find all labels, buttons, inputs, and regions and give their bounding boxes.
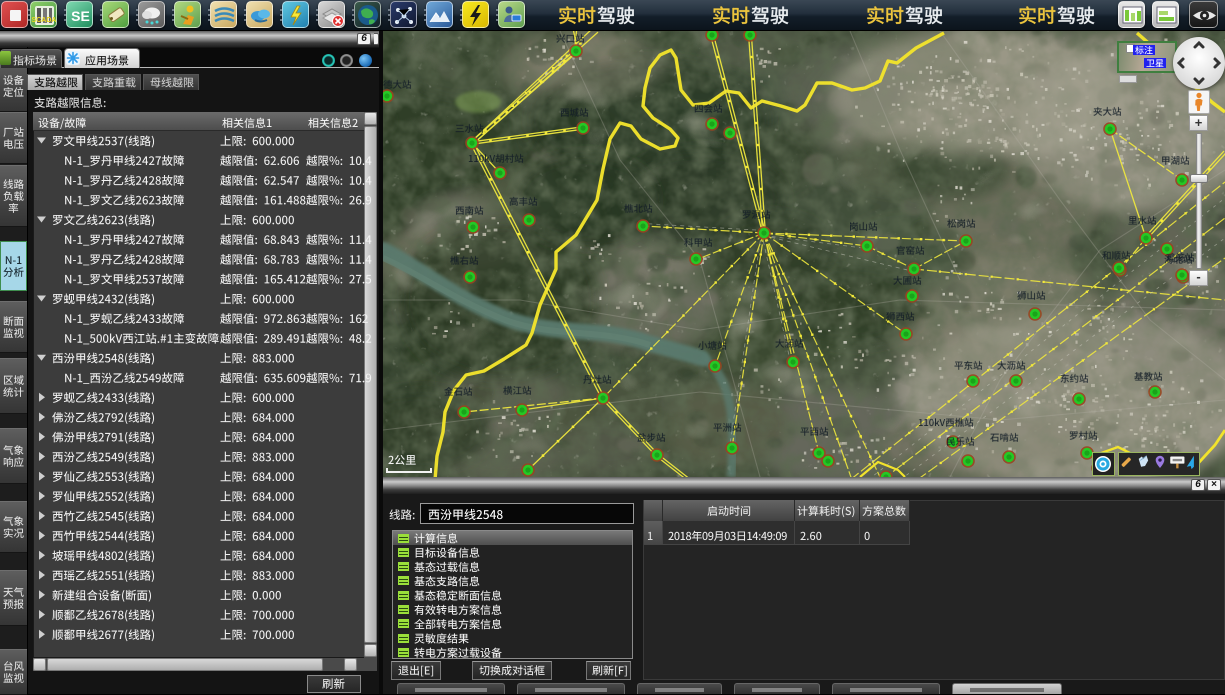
svg-text:SE: SE (71, 8, 90, 24)
svg-text:SCADA: SCADA (32, 17, 57, 24)
